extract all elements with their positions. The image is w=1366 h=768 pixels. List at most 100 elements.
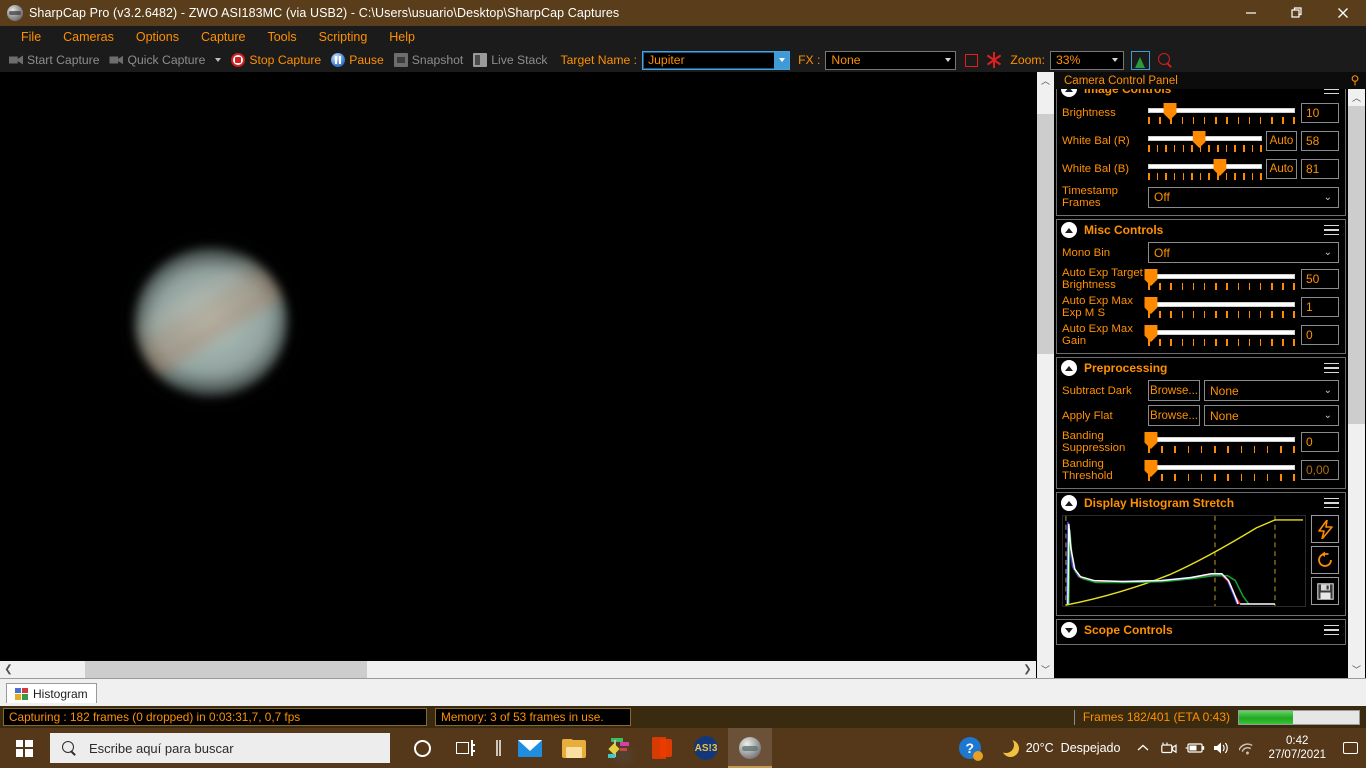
viewer-horizontal-scrollbar[interactable]: ❮ ❯ [0, 660, 1036, 678]
chevron-up-icon[interactable] [1061, 222, 1077, 238]
quick-capture-dropdown-icon[interactable] [215, 58, 222, 62]
browse-apply-flat-button[interactable]: Browse... [1148, 405, 1200, 426]
hscroll-track[interactable] [17, 661, 1019, 678]
fx-combo[interactable]: None [825, 50, 957, 70]
menu-hamburger-icon[interactable] [1324, 224, 1339, 236]
menu-capture[interactable]: Capture [190, 28, 256, 46]
viewer-vertical-scrollbar[interactable]: ︿ ﹀ [1036, 72, 1054, 678]
volume-icon[interactable] [1208, 728, 1234, 768]
vscroll-thumb[interactable] [1037, 114, 1054, 354]
auto-white-bal-b-button[interactable]: Auto [1266, 159, 1297, 179]
battery-icon[interactable] [1182, 728, 1208, 768]
clear-selection-icon[interactable] [986, 52, 1002, 68]
save-icon[interactable] [1311, 577, 1339, 605]
menu-cameras[interactable]: Cameras [52, 28, 125, 46]
dropdown-apply-flat[interactable]: None ⌄ [1204, 405, 1339, 426]
group-header-display-histogram-stretch[interactable]: Display Histogram Stretch [1057, 493, 1345, 513]
menu-file[interactable]: File [10, 28, 52, 46]
sharpcap-icon[interactable] [728, 728, 772, 768]
auto-stretch-icon[interactable] [1311, 515, 1339, 543]
chevron-down-icon[interactable] [1108, 52, 1123, 69]
chevron-up-icon[interactable] [1061, 360, 1077, 376]
dropdown-mono-bin[interactable]: Off ⌄ [1148, 242, 1339, 263]
close-icon[interactable] [1320, 0, 1366, 26]
pin-icon[interactable]: ⚲ [1348, 73, 1362, 88]
value-auto-exp-max-exp-ms[interactable]: 1 [1301, 297, 1339, 317]
file-explorer-icon[interactable] [552, 728, 596, 768]
reset-icon[interactable] [1311, 546, 1339, 574]
mail-icon[interactable] [508, 728, 552, 768]
task-view-icon[interactable] [444, 728, 488, 768]
slider-banding-suppression[interactable] [1144, 430, 1295, 454]
slider-brightness[interactable] [1148, 101, 1295, 125]
chevron-up-icon[interactable] [1061, 89, 1077, 97]
chevron-up-icon[interactable] [1061, 495, 1077, 511]
slider-auto-exp-max-gain[interactable] [1144, 323, 1295, 347]
windows-start-icon[interactable] [0, 728, 48, 768]
office-icon[interactable] [640, 728, 684, 768]
group-header-image-controls[interactable]: Image Controls [1057, 89, 1345, 99]
scroll-right-icon[interactable]: ❯ [1019, 661, 1036, 678]
start-capture-button[interactable]: Start Capture [4, 49, 104, 71]
camera-image-viewer[interactable] [0, 72, 1036, 660]
chevron-down-icon[interactable]: ⌄ [1324, 247, 1338, 258]
menu-hamburger-icon[interactable] [1324, 89, 1339, 95]
camera-privacy-icon[interactable] [1156, 728, 1182, 768]
menu-hamburger-icon[interactable] [1324, 497, 1339, 509]
browse-subtract-dark-button[interactable]: Browse... [1148, 380, 1200, 401]
histogram-graph[interactable] [1062, 515, 1306, 607]
value-white-bal-r[interactable]: 58 [1301, 131, 1339, 151]
scroll-left-icon[interactable]: ❮ [0, 661, 17, 678]
slider-auto-exp-target-brightness[interactable] [1144, 267, 1295, 291]
weather-widget[interactable]: 20°C Despejado [992, 736, 1131, 757]
scroll-up-icon[interactable]: ︿ [1037, 72, 1054, 89]
zoom-combo[interactable]: 33% [1049, 50, 1124, 70]
magnifier-icon[interactable] [1156, 51, 1174, 69]
value-white-bal-b[interactable]: 81 [1301, 159, 1339, 179]
stop-capture-button[interactable]: Stop Capture [226, 49, 326, 71]
cortana-icon[interactable] [400, 728, 444, 768]
target-name-combo[interactable]: Jupiter [642, 50, 791, 70]
menu-hamburger-icon[interactable] [1324, 362, 1339, 374]
dropdown-subtract-dark[interactable]: None ⌄ [1204, 380, 1339, 401]
slider-auto-exp-max-exp-ms[interactable] [1144, 295, 1295, 319]
chevron-up-icon[interactable] [1130, 728, 1156, 768]
slider-white-bal-r[interactable] [1148, 129, 1262, 153]
value-banding-threshold[interactable]: 0,00 [1301, 460, 1339, 480]
quick-capture-button[interactable]: Quick Capture [104, 49, 210, 71]
group-header-scope-controls[interactable]: Scope Controls [1057, 620, 1345, 640]
chevron-down-icon[interactable]: ⌄ [1324, 385, 1338, 396]
value-auto-exp-target-brightness[interactable]: 50 [1301, 269, 1339, 289]
tab-histogram[interactable]: Histogram [6, 683, 97, 703]
taskbar-search-input[interactable]: Escribe aquí para buscar [50, 733, 390, 763]
restore-icon[interactable] [1274, 0, 1320, 26]
histogram-icon[interactable] [1130, 50, 1150, 70]
minimize-icon[interactable] [1228, 0, 1274, 26]
visual-studio-icon[interactable] [596, 728, 640, 768]
value-banding-suppression[interactable]: 0 [1301, 432, 1339, 452]
chevron-down-icon[interactable] [774, 51, 790, 69]
panel-vertical-scrollbar[interactable]: ︿ ﹀ [1348, 89, 1365, 678]
menu-hamburger-icon[interactable] [1324, 624, 1339, 636]
chevron-down-icon[interactable] [940, 52, 955, 69]
panel-scroll-thumb[interactable] [1348, 106, 1365, 424]
snapshot-button[interactable]: Snapshot [389, 49, 469, 71]
group-header-misc-controls[interactable]: Misc Controls [1057, 220, 1345, 240]
hscroll-thumb[interactable] [85, 661, 367, 678]
dropdown-timestamp-frames[interactable]: Off ⌄ [1148, 186, 1339, 208]
auto-white-bal-r-button[interactable]: Auto [1266, 131, 1297, 151]
wifi-icon[interactable] [1234, 728, 1260, 768]
menu-scripting[interactable]: Scripting [308, 28, 379, 46]
notifications-icon[interactable] [1334, 728, 1366, 768]
live-stack-button[interactable]: Live Stack [468, 49, 552, 71]
slider-banding-threshold[interactable] [1144, 458, 1295, 482]
pause-button[interactable]: Pause [326, 49, 389, 71]
help-icon[interactable]: ? [948, 728, 992, 768]
asi-studio-icon[interactable]: AS!3 [684, 728, 728, 768]
value-auto-exp-max-gain[interactable]: 0 [1301, 325, 1339, 345]
menu-help[interactable]: Help [378, 28, 426, 46]
chevron-down-icon[interactable]: ⌄ [1324, 410, 1338, 421]
menu-tools[interactable]: Tools [256, 28, 307, 46]
chevron-down-icon[interactable]: ⌄ [1324, 192, 1338, 203]
panel-scroll-track[interactable] [1348, 106, 1365, 661]
